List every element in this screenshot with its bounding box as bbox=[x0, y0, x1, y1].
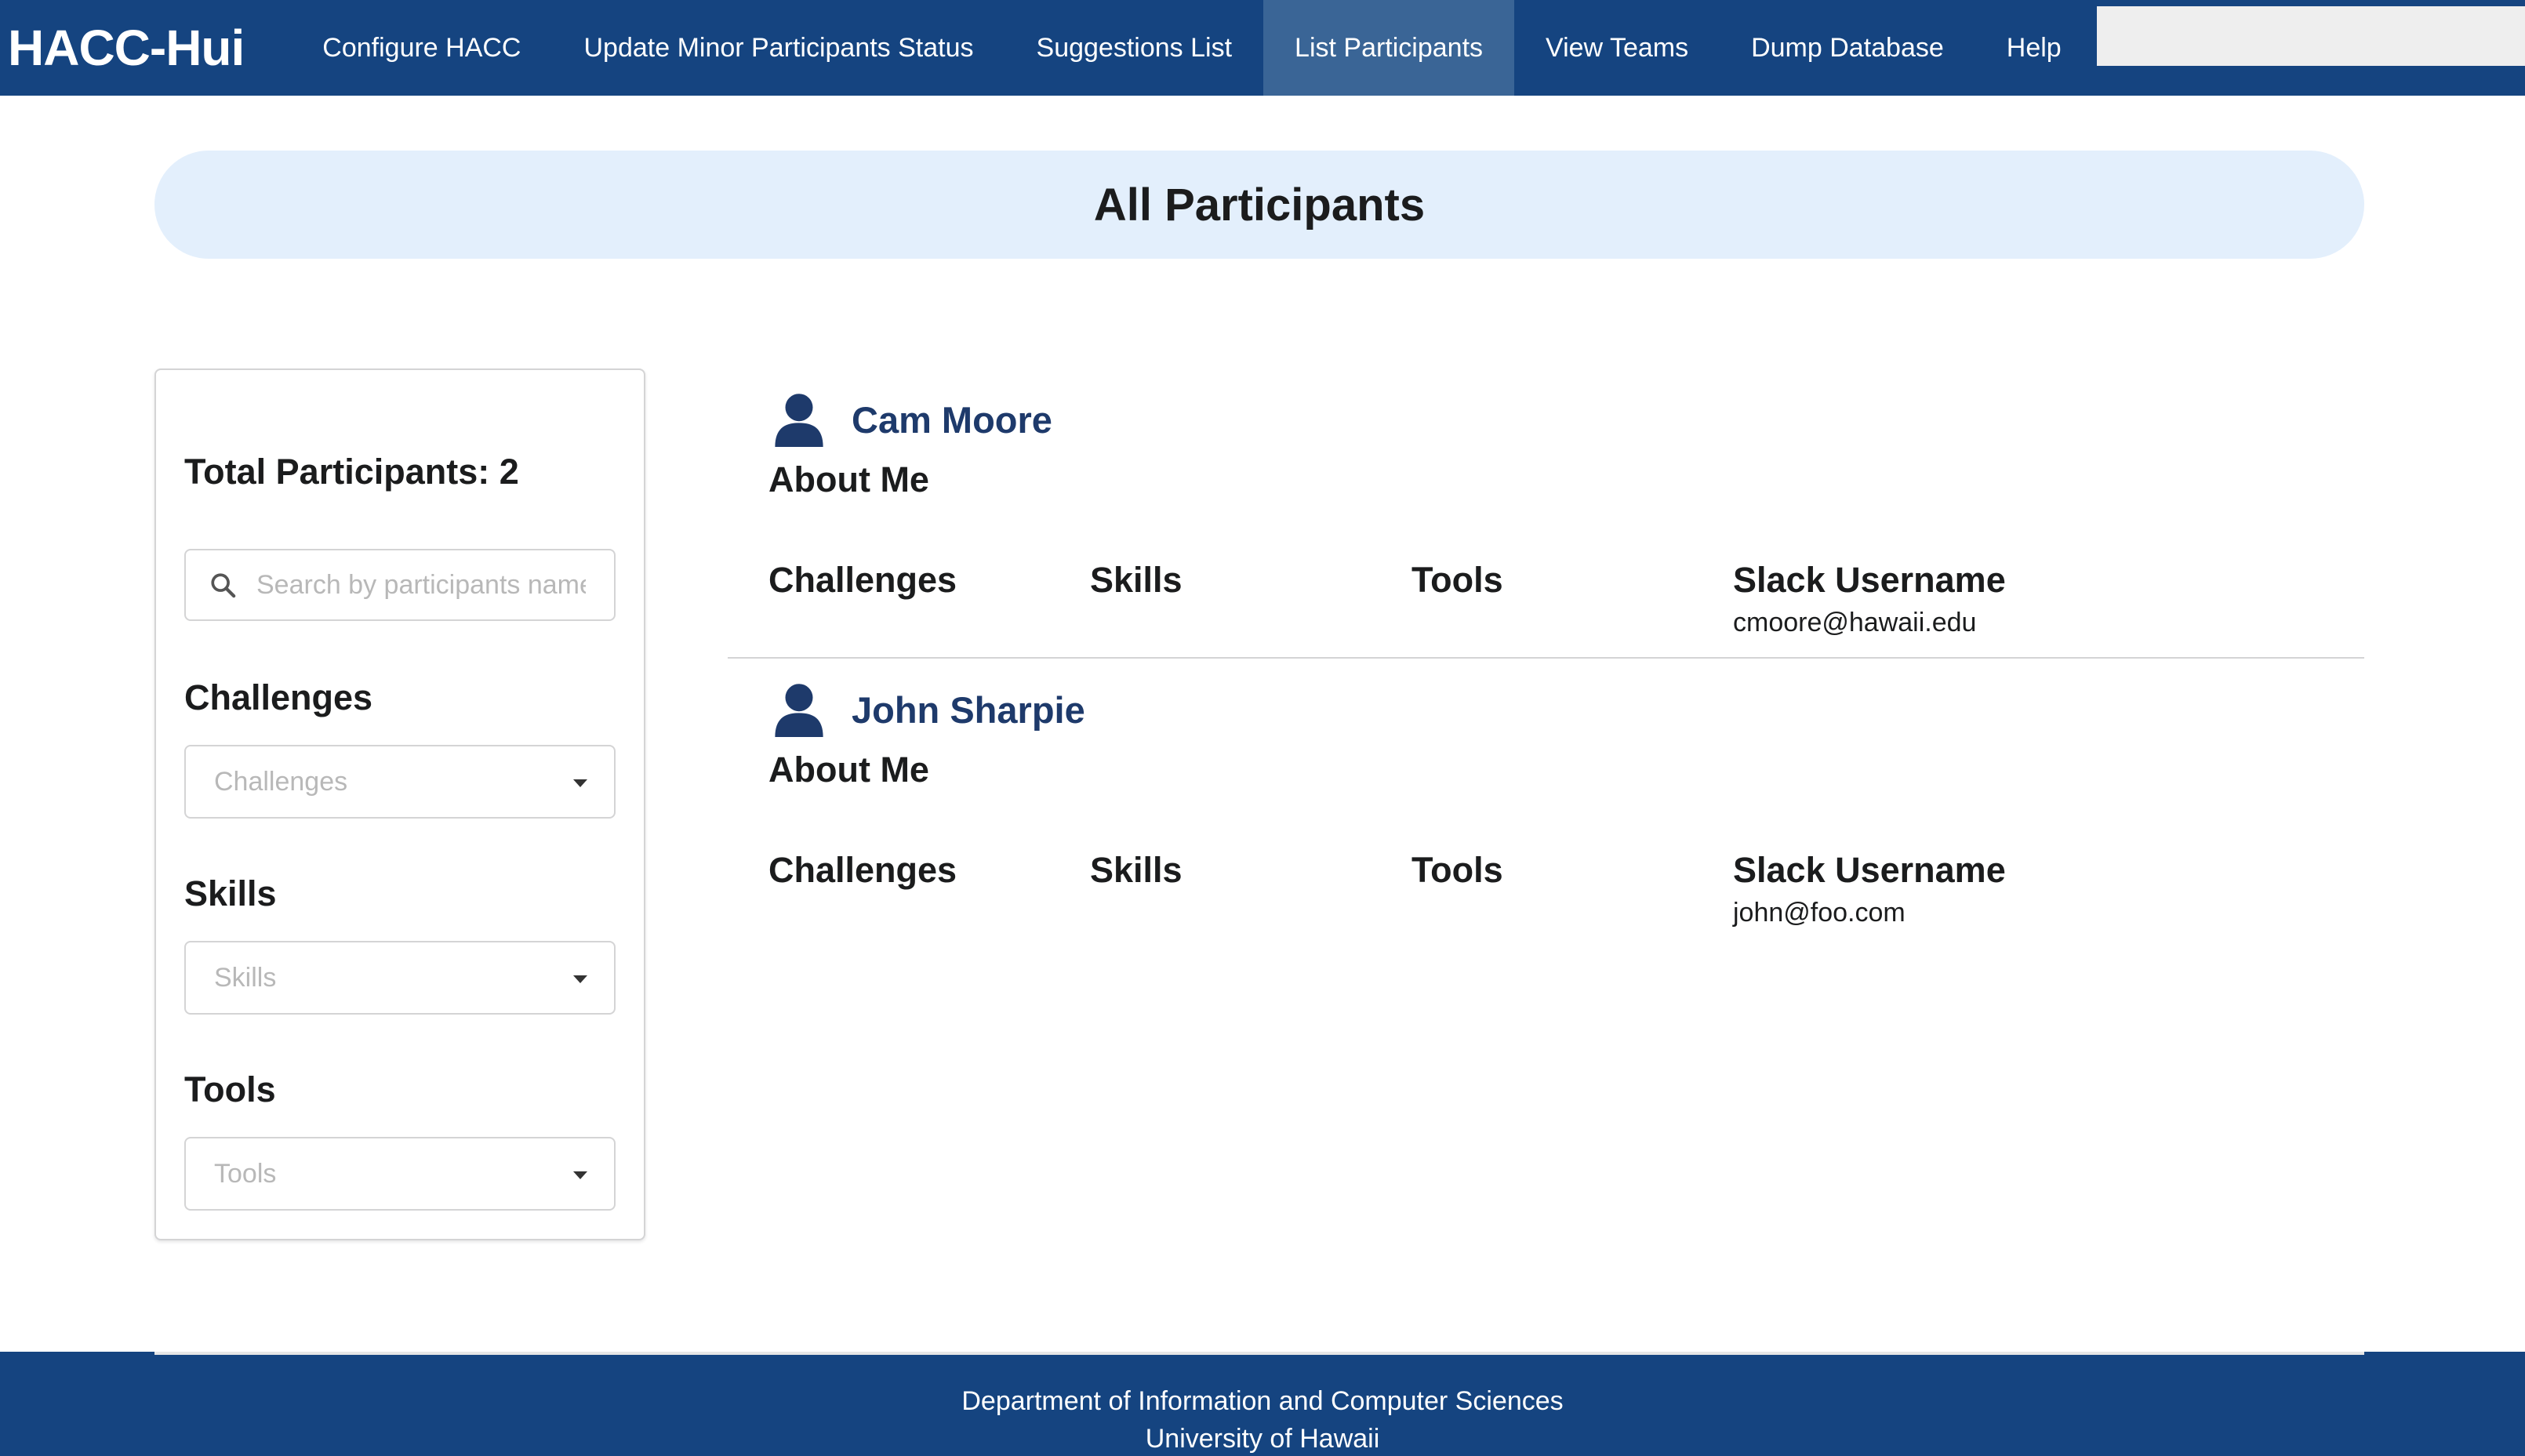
navbar-search-area[interactable] bbox=[2097, 6, 2525, 66]
slack-username-value: cmoore@hawaii.edu bbox=[1733, 608, 1977, 637]
about-me-heading: About Me bbox=[768, 750, 929, 790]
skills-dropdown-placeholder: Skills bbox=[214, 962, 277, 993]
nav-update-minor-participants-status[interactable]: Update Minor Participants Status bbox=[553, 0, 1005, 96]
challenges-heading: Challenges bbox=[768, 560, 957, 600]
participant-header: John Sharpie bbox=[772, 682, 1085, 737]
footer: Department of Information and Computer S… bbox=[0, 1352, 2525, 1456]
participant-name[interactable]: John Sharpie bbox=[852, 688, 1085, 732]
tools-filter-label: Tools bbox=[184, 1069, 276, 1109]
nav-help[interactable]: Help bbox=[1975, 0, 2093, 96]
footer-divider bbox=[154, 1352, 2364, 1355]
participant-search-box[interactable] bbox=[184, 549, 616, 621]
nav-view-teams[interactable]: View Teams bbox=[1514, 0, 1720, 96]
skills-filter-label: Skills bbox=[184, 873, 277, 913]
challenges-dropdown-placeholder: Challenges bbox=[214, 766, 348, 797]
skills-dropdown[interactable]: Skills bbox=[184, 941, 616, 1015]
brand-logo[interactable]: HACC-Hui bbox=[0, 0, 291, 96]
nav-dump-database[interactable]: Dump Database bbox=[1720, 0, 1975, 96]
filter-card: Total Participants: 2 Challenges Challen… bbox=[154, 369, 645, 1240]
slack-username-value: john@foo.com bbox=[1733, 898, 1906, 928]
footer-department: Department of Information and Computer S… bbox=[961, 1386, 1564, 1416]
user-icon bbox=[775, 684, 823, 737]
footer-university: University of Hawaii bbox=[1145, 1424, 1380, 1454]
challenges-heading: Challenges bbox=[768, 850, 957, 890]
page-title: All Participants bbox=[1093, 179, 1426, 231]
nav-suggestions-list[interactable]: Suggestions List bbox=[1005, 0, 1264, 96]
top-navbar: HACC-Hui Configure HACC Update Minor Par… bbox=[0, 0, 2525, 96]
about-me-heading: About Me bbox=[768, 459, 929, 499]
nav-configure-hacc[interactable]: Configure HACC bbox=[291, 0, 552, 96]
page-header: All Participants bbox=[154, 151, 2364, 259]
challenges-filter-label: Challenges bbox=[184, 677, 373, 717]
tools-heading: Tools bbox=[1411, 560, 1503, 600]
caret-down-icon bbox=[573, 1171, 587, 1179]
participant-divider bbox=[728, 657, 2364, 659]
caret-down-icon bbox=[573, 779, 587, 787]
participant-name[interactable]: Cam Moore bbox=[852, 398, 1052, 441]
caret-down-icon bbox=[573, 975, 587, 983]
slack-username-heading: Slack Username bbox=[1733, 560, 2006, 600]
slack-username-heading: Slack Username bbox=[1733, 850, 2006, 890]
user-icon bbox=[775, 394, 823, 447]
total-participants: Total Participants: 2 bbox=[184, 452, 519, 492]
skills-heading: Skills bbox=[1090, 850, 1183, 890]
participant-search-input[interactable] bbox=[256, 569, 586, 601]
nav-list-participants[interactable]: List Participants bbox=[1263, 0, 1515, 96]
participant-header: Cam Moore bbox=[772, 392, 1052, 447]
challenges-dropdown[interactable]: Challenges bbox=[184, 745, 616, 819]
tools-dropdown-placeholder: Tools bbox=[214, 1158, 277, 1189]
skills-heading: Skills bbox=[1090, 560, 1183, 600]
tools-heading: Tools bbox=[1411, 850, 1503, 890]
search-icon bbox=[211, 573, 236, 598]
tools-dropdown[interactable]: Tools bbox=[184, 1137, 616, 1211]
